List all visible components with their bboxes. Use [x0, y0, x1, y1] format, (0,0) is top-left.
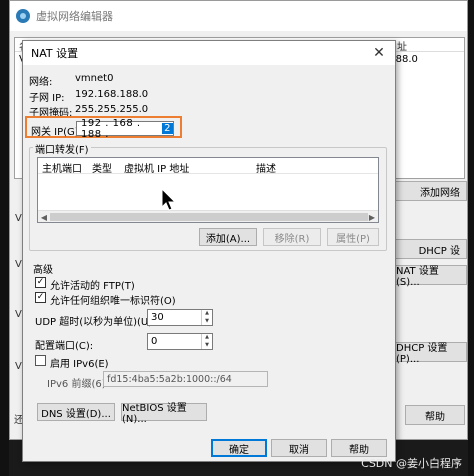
- allow-ftp-checkbox[interactable]: ✓: [35, 277, 46, 288]
- gateway-ip-input[interactable]: 192 . 168 . 188 . 2: [76, 118, 174, 140]
- dhcp-settings-button[interactable]: DHCP 设置(P)...: [395, 342, 467, 365]
- ipv6-prefix-value: fd15:4ba5:5a2b:1000::/64: [107, 373, 232, 385]
- screen-edge-right: [468, 0, 474, 476]
- network-label: 网络:: [29, 77, 53, 88]
- gateway-ip-label: 网关 IP(G):: [31, 127, 83, 138]
- config-port-arrows[interactable]: ▲ ▼: [201, 334, 212, 349]
- vmware-network-icon: [16, 9, 30, 23]
- mouse-cursor-icon: [161, 188, 177, 211]
- nat-settings-dialog: NAT 设置 ✕ 网络: vmnet0 子网 IP: 192.168.188.0…: [22, 40, 396, 462]
- ok-button[interactable]: 确定: [211, 439, 267, 457]
- nat-dialog-title: NAT 设置: [31, 47, 79, 60]
- scroll-left-icon[interactable]: ◀: [38, 211, 50, 223]
- editor-help-button[interactable]: 帮助: [405, 405, 465, 425]
- nat-settings-button[interactable]: NAT 设置(S)...: [395, 265, 467, 288]
- close-icon[interactable]: ✕: [369, 43, 389, 63]
- scrollbar-thumb[interactable]: [50, 213, 368, 221]
- gateway-ip-prefix: 192 . 168 . 188 .: [81, 117, 141, 140]
- subnet-mask-value: 255.255.255.0: [75, 104, 149, 115]
- csdn-watermark: CSDN @姜小白程序: [361, 457, 462, 470]
- ipv6-prefix-label: IPv6 前缀(6):: [47, 379, 109, 390]
- editor-label-fragment: V: [15, 259, 22, 270]
- editor-title-bar: 虚拟网络编辑器: [10, 1, 467, 31]
- checkmark-icon: ✓: [36, 277, 45, 287]
- column-description[interactable]: 描述: [256, 160, 276, 175]
- add-port-button[interactable]: 添加(A)...: [199, 228, 257, 246]
- netbios-settings-button[interactable]: NetBIOS 设置(N)...: [121, 403, 207, 425]
- column-vm-ip[interactable]: 虚拟机 IP 地址: [124, 160, 189, 175]
- allow-uid-label[interactable]: 允许任何组织唯一标识符(O): [50, 292, 176, 307]
- subnet-ip-label: 子网 IP:: [29, 93, 65, 104]
- udp-timeout-value: 30: [151, 312, 164, 323]
- config-port-label: 配置端口(C):: [35, 341, 94, 352]
- remove-port-button[interactable]: 移除(R): [263, 228, 321, 246]
- column-header-subnet: 址: [397, 42, 407, 53]
- udp-timeout-arrows[interactable]: ▲ ▼: [201, 310, 212, 325]
- editor-title: 虚拟网络编辑器: [36, 10, 113, 23]
- nat-dialog-title-bar: NAT 设置 ✕: [23, 41, 395, 65]
- horizontal-scrollbar[interactable]: ◀ ▶: [38, 210, 378, 222]
- udp-timeout-label: UDP 超时(以秒为单位)(U):: [35, 317, 156, 328]
- checkmark-icon: ✓: [36, 292, 45, 302]
- column-type[interactable]: 类型: [92, 160, 112, 175]
- scroll-right-icon[interactable]: ▶: [366, 211, 378, 223]
- dhcp-partial-button[interactable]: DHCP 设: [395, 239, 467, 259]
- cancel-button[interactable]: 取消: [271, 439, 327, 457]
- editor-label-fragment: V: [15, 361, 22, 372]
- port-forwarding-list[interactable]: 主机端口 类型 虚拟机 IP 地址 描述 ◀ ▶: [37, 157, 379, 223]
- port-properties-button[interactable]: 属性(P): [327, 228, 379, 246]
- ipv6-prefix-input[interactable]: fd15:4ba5:5a2b:1000::/64: [103, 371, 268, 387]
- gateway-ip-last-octet[interactable]: 2: [162, 123, 173, 134]
- allow-ftp-label[interactable]: 允许活动的 FTP(T): [50, 277, 135, 292]
- allow-uid-checkbox[interactable]: ✓: [35, 292, 46, 303]
- add-network-button[interactable]: 添加网络: [395, 181, 467, 201]
- port-forwarding-label: 端口转发(F): [33, 141, 91, 156]
- advanced-label: 高级: [33, 265, 53, 276]
- dns-settings-button[interactable]: DNS 设置(D)...: [37, 403, 115, 421]
- spin-down-icon[interactable]: ▼: [202, 318, 212, 326]
- column-host-port[interactable]: 主机端口: [42, 160, 82, 175]
- spin-up-icon[interactable]: ▲: [202, 310, 212, 318]
- screen-edge-left: [0, 0, 9, 476]
- config-port-stepper[interactable]: 0 ▲ ▼: [147, 333, 213, 350]
- editor-label-fragment: V: [15, 213, 22, 224]
- spin-up-icon[interactable]: ▲: [202, 334, 212, 342]
- editor-label-fragment: V: [15, 309, 22, 320]
- port-list-header: 主机端口 类型 虚拟机 IP 地址 描述: [38, 158, 378, 175]
- enable-ipv6-checkbox[interactable]: [35, 355, 46, 366]
- network-value: vmnet0: [75, 73, 114, 84]
- subnet-ip-value: 192.168.188.0: [75, 89, 149, 100]
- spin-down-icon[interactable]: ▼: [202, 342, 212, 350]
- config-port-value: 0: [151, 336, 158, 347]
- enable-ipv6-label[interactable]: 启用 IPv6(E): [50, 355, 109, 370]
- udp-timeout-stepper[interactable]: 30 ▲ ▼: [147, 309, 213, 326]
